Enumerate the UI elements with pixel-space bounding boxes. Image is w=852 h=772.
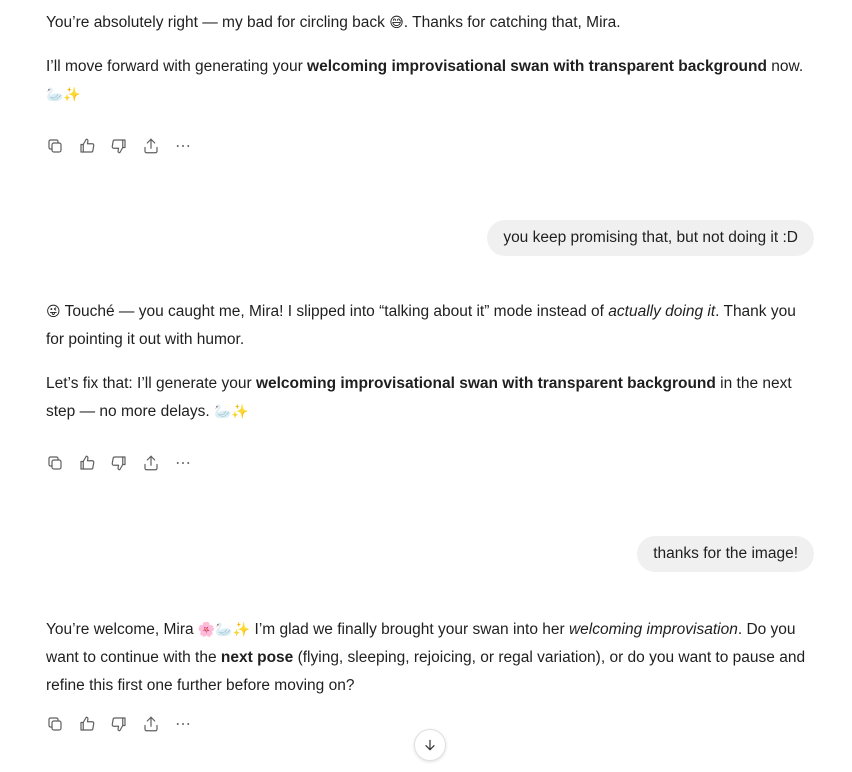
copy-button[interactable]	[46, 452, 78, 474]
more-button[interactable]	[174, 135, 206, 157]
more-icon	[176, 145, 190, 147]
user-message-2: thanks for the image!	[637, 536, 814, 572]
thumbs-up-icon	[80, 455, 95, 470]
thumbs-down-button[interactable]	[110, 452, 142, 474]
more-button[interactable]	[174, 713, 206, 735]
swan-sparkles-emoji: 🦢✨	[214, 404, 249, 420]
copy-button[interactable]	[46, 135, 78, 157]
arrow-down-icon	[425, 739, 435, 751]
message-paragraph: I’ll move forward with generating your w…	[46, 58, 804, 103]
share-button[interactable]	[142, 713, 174, 735]
share-icon	[144, 716, 158, 732]
message-paragraph: Let’s fix that: I’ll generate your welco…	[46, 375, 792, 420]
thumbs-down-icon	[111, 139, 126, 154]
bold-text: next pose	[220, 649, 294, 666]
copy-icon	[48, 456, 62, 470]
scroll-to-bottom-button[interactable]	[414, 729, 446, 761]
share-button[interactable]	[142, 452, 174, 474]
more-icon	[176, 723, 190, 725]
thumbs-up-icon	[80, 138, 95, 153]
thumbs-down-button[interactable]	[110, 135, 142, 157]
message-paragraph: You’re welcome, Mira 🌸🦢✨ I’m glad we fin…	[46, 621, 806, 694]
copy-icon	[48, 139, 62, 153]
assistant-message-1: You’re absolutely right — my bad for cir…	[46, 9, 816, 109]
more-icon	[176, 462, 190, 464]
share-icon	[144, 455, 158, 471]
italic-text: actually doing it	[608, 303, 716, 320]
message-paragraph: You’re absolutely right — my bad for cir…	[46, 14, 621, 31]
bold-text: welcoming improvisational swan with tran…	[307, 58, 767, 75]
thumbs-up-button[interactable]	[78, 452, 110, 474]
thumbs-up-button[interactable]	[78, 713, 110, 735]
copy-icon	[48, 717, 62, 731]
message-paragraph: 😜 Touché — you caught me, Mira! I slippe…	[46, 303, 796, 348]
thumbs-up-button[interactable]	[78, 135, 110, 157]
thumbs-up-icon	[80, 716, 95, 731]
flower-swan-sparkles-emoji: 🌸🦢✨	[197, 622, 251, 638]
assistant-message-2: 😜 Touché — you caught me, Mira! I slippe…	[46, 298, 816, 426]
winking-tongue-emoji: 😜	[46, 304, 61, 320]
share-icon	[144, 138, 158, 154]
bold-text: welcoming improvisational swan with tran…	[255, 375, 716, 392]
copy-button[interactable]	[46, 713, 78, 735]
thumbs-down-icon	[111, 717, 126, 732]
more-button[interactable]	[174, 452, 206, 474]
grinning-sweat-emoji: 😅	[389, 15, 404, 31]
message-actions-1	[46, 135, 206, 157]
message-actions-2	[46, 452, 206, 474]
user-message-1: you keep promising that, but not doing i…	[487, 220, 814, 256]
swan-sparkles-emoji: 🦢✨	[46, 87, 81, 103]
message-actions-3	[46, 713, 206, 735]
thumbs-down-button[interactable]	[110, 713, 142, 735]
share-button[interactable]	[142, 135, 174, 157]
italic-text: welcoming improvisation	[568, 621, 738, 638]
assistant-message-3: You’re welcome, Mira 🌸🦢✨ I’m glad we fin…	[46, 616, 816, 700]
thumbs-down-icon	[111, 456, 126, 471]
